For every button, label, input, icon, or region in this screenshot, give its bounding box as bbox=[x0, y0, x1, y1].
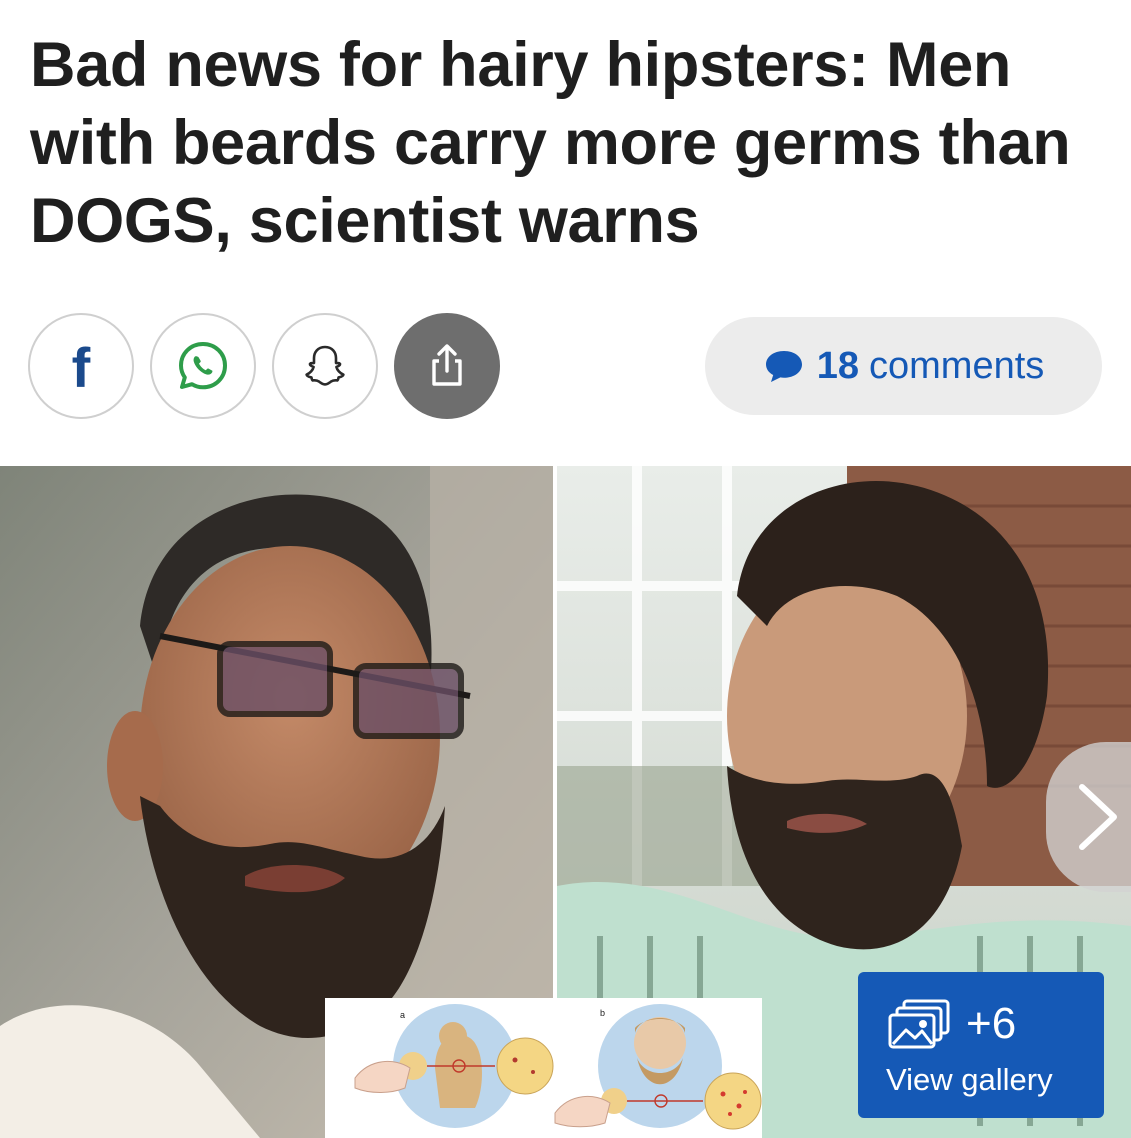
share-icon bbox=[432, 344, 462, 386]
inset-label-b: b bbox=[600, 1008, 605, 1018]
comments-count: 18 bbox=[816, 344, 859, 387]
comments-button[interactable]: 18 comments bbox=[705, 317, 1102, 415]
whatsapp-share-button[interactable] bbox=[150, 313, 256, 419]
image-gallery[interactable]: a b +6 View gallery bbox=[0, 466, 1131, 1138]
whatsapp-icon bbox=[179, 342, 227, 390]
gallery-count: +6 bbox=[966, 999, 1017, 1048]
view-gallery-label: View gallery bbox=[886, 1062, 1053, 1097]
snapchat-icon bbox=[305, 345, 345, 386]
comments-label: comments bbox=[869, 344, 1045, 387]
article-headline: Bad news for hairy hipsters: Men with be… bbox=[30, 30, 1071, 256]
gallery-icon bbox=[888, 999, 950, 1049]
inset-label-a: a bbox=[400, 1010, 405, 1020]
share-more-button[interactable] bbox=[394, 313, 500, 419]
facebook-share-button[interactable]: f bbox=[28, 313, 134, 419]
gallery-next-button[interactable] bbox=[1046, 742, 1131, 892]
snapchat-share-button[interactable] bbox=[272, 313, 378, 419]
speech-bubble-icon bbox=[765, 351, 802, 382]
view-gallery-button[interactable]: +6 View gallery bbox=[858, 972, 1104, 1118]
facebook-icon: f bbox=[71, 336, 91, 399]
chevron-right-icon bbox=[1079, 784, 1117, 850]
study-diagram-inset: a b bbox=[325, 998, 762, 1138]
